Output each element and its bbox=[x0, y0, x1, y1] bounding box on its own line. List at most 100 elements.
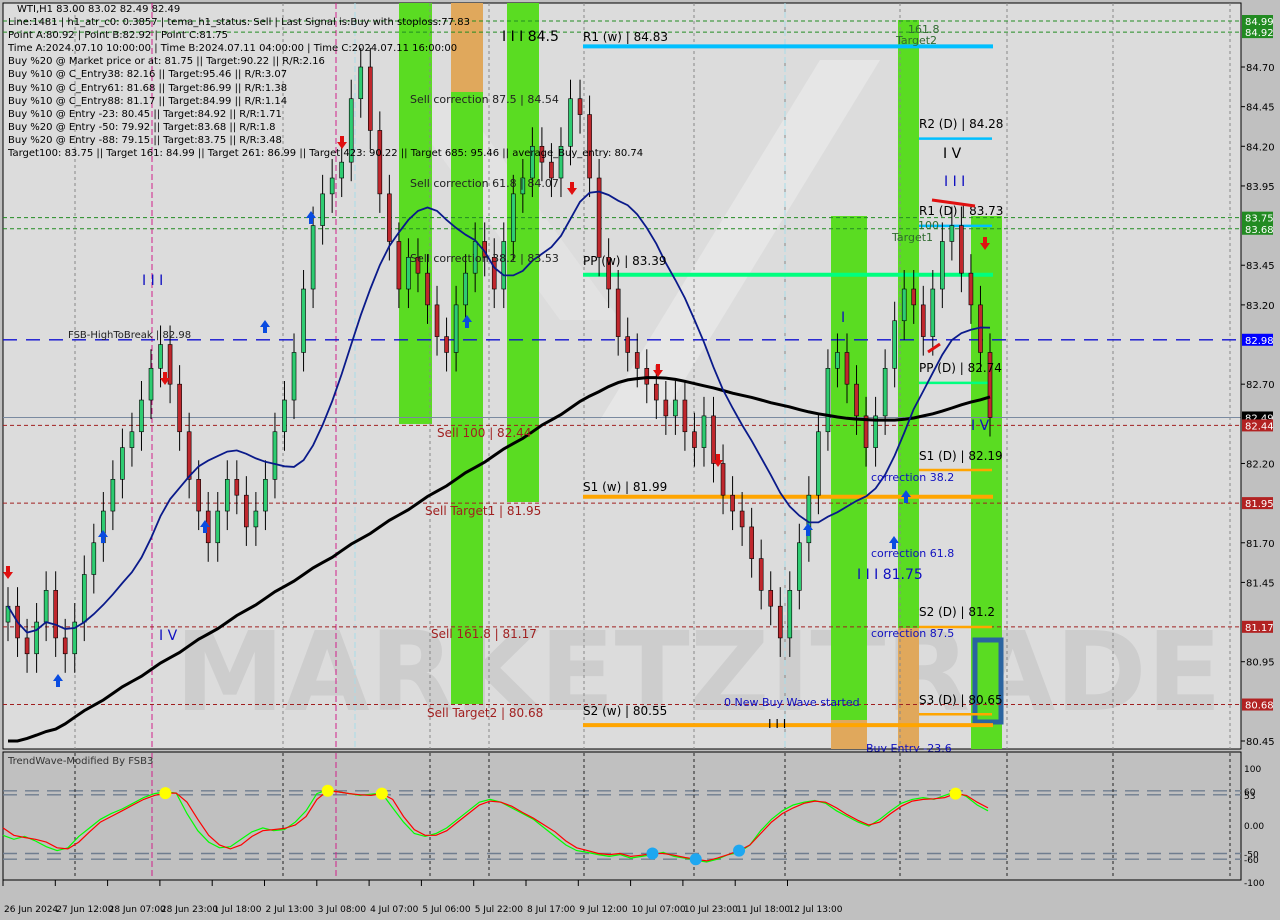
candle bbox=[587, 114, 592, 179]
x-tick-label: 9 Jul 12:00 bbox=[579, 905, 628, 915]
info-line: Target100: 83.75 || Target 161: 84.99 ||… bbox=[8, 148, 644, 159]
chart-annotation: correction 38.2 bbox=[871, 471, 954, 484]
pivot-label: R1 (D) | 83.73 bbox=[919, 204, 1003, 218]
candle bbox=[692, 431, 697, 448]
candle bbox=[329, 177, 335, 195]
y-tick-label: 83.95 bbox=[1246, 182, 1275, 193]
x-tick-label: 10 Jul 23:00 bbox=[684, 905, 738, 915]
candle bbox=[720, 463, 726, 496]
indicator-y-tick-label: 53 bbox=[1244, 792, 1255, 802]
sell-level-label: Sell Target1 | 81.95 bbox=[425, 504, 541, 518]
signal-zone bbox=[898, 20, 919, 628]
info-line: Line:1481 | h1_atr_c0: 0.3857 | tema_h1_… bbox=[8, 17, 470, 28]
info-line: Buy %10 @ C_Entry38: 82.16 || Target:95.… bbox=[8, 69, 288, 81]
candle bbox=[53, 590, 58, 639]
chart-annotation: Target1 bbox=[891, 231, 933, 244]
price-tag-label: 83.68 bbox=[1245, 225, 1274, 236]
chart-annotation: Sell correction 38.2 | 83.53 bbox=[410, 252, 559, 265]
y-tick-label: 82.70 bbox=[1246, 380, 1275, 391]
candle bbox=[625, 336, 631, 353]
candle bbox=[758, 558, 764, 591]
indicator-y-tick-label: -100 bbox=[1244, 879, 1265, 889]
y-tick-label: 83.20 bbox=[1246, 301, 1275, 312]
candle bbox=[224, 479, 230, 512]
info-line: Point A:80.92 | Point B:82.92 | Point C:… bbox=[8, 30, 228, 42]
candle bbox=[310, 225, 316, 290]
chart-annotation: I V bbox=[971, 418, 990, 434]
x-tick-label: 1 Jul 18:00 bbox=[213, 905, 262, 915]
candle bbox=[148, 368, 154, 401]
chart-annotation: I I I 81.75 bbox=[857, 567, 923, 583]
candle bbox=[968, 272, 974, 306]
info-line: Buy %10 @ C_Entry61: 81.68 || Target:86.… bbox=[8, 82, 288, 94]
candle bbox=[43, 590, 49, 623]
x-tick-label: 11 Jul 18:00 bbox=[736, 905, 790, 915]
indicator-title: TrendWave-Modified By FSB3 bbox=[7, 756, 153, 767]
candle bbox=[272, 431, 278, 480]
candle bbox=[129, 431, 135, 448]
candle bbox=[920, 304, 926, 337]
x-tick-label: 26 Jun 2024 bbox=[4, 905, 58, 915]
sell-level-label: Sell 161.8 | 81.17 bbox=[431, 627, 537, 641]
y-tick-label: 82.20 bbox=[1246, 459, 1275, 470]
x-tick-label: 4 Jul 07:00 bbox=[370, 905, 419, 915]
chart-annotation: I I I bbox=[142, 273, 163, 289]
info-line: Buy %10 @ C_Entry88: 81.17 || Target:84.… bbox=[8, 95, 288, 107]
candle bbox=[940, 241, 945, 290]
candle bbox=[215, 510, 221, 544]
x-tick-label: 28 Jun 07:00 bbox=[109, 905, 166, 915]
sell-signal-dot bbox=[949, 787, 962, 800]
pivot-label: S2 (w) | 80.55 bbox=[583, 704, 667, 718]
info-line: Buy %20 @ Entry -88: 79.15 || Target:83.… bbox=[8, 134, 282, 146]
candle bbox=[24, 637, 30, 655]
info-line: Time A:2024.07.10 10:00:00 | Time B:2024… bbox=[8, 43, 458, 55]
candle bbox=[463, 272, 468, 306]
candle bbox=[615, 288, 621, 337]
candle bbox=[797, 542, 802, 591]
candle bbox=[91, 542, 97, 575]
candle bbox=[177, 383, 182, 433]
candle bbox=[673, 399, 678, 417]
candle bbox=[139, 399, 144, 433]
pivot-label: PP (w) | 83.39 bbox=[583, 254, 667, 268]
indicator-y-tick-label: 0.00 bbox=[1244, 822, 1264, 832]
chart-annotation: correction 61.8 bbox=[871, 547, 954, 560]
candle bbox=[81, 574, 87, 623]
y-tick-label: 84.45 bbox=[1246, 103, 1275, 114]
price-tag-label: 82.98 bbox=[1245, 336, 1274, 347]
info-line: Buy %20 @ Entry -50: 79.92 || Target:83.… bbox=[8, 121, 276, 133]
pivot-label: R1 (w) | 84.83 bbox=[583, 30, 668, 44]
chart-annotation: correction 87.5 bbox=[871, 627, 954, 640]
x-tick-label: 8 Jul 17:00 bbox=[527, 905, 576, 915]
candle bbox=[825, 368, 831, 433]
candle bbox=[701, 415, 707, 448]
signal-zone bbox=[831, 216, 867, 720]
candle bbox=[253, 510, 259, 528]
candle bbox=[892, 320, 897, 369]
candle bbox=[949, 225, 955, 242]
price-tag-label: 82.44 bbox=[1245, 421, 1274, 432]
sell-signal-dot bbox=[159, 787, 172, 800]
y-tick-label: 80.45 bbox=[1246, 737, 1275, 748]
buy-signal-dot bbox=[733, 844, 746, 857]
candle bbox=[158, 344, 163, 369]
y-tick-label: 83.45 bbox=[1246, 261, 1275, 272]
candle bbox=[263, 479, 268, 512]
chart-annotation: Sell correction 61.8 | 84.07 bbox=[410, 177, 559, 190]
sell-level-label: Sell 100 | 82.44 bbox=[437, 426, 531, 440]
candle bbox=[882, 368, 888, 417]
pivot-label: S1 (w) | 81.99 bbox=[583, 480, 667, 494]
x-tick-label: 5 Jul 22:00 bbox=[475, 905, 524, 915]
candle bbox=[282, 399, 287, 433]
price-tag-label: 81.95 bbox=[1245, 499, 1274, 510]
candle bbox=[549, 161, 554, 179]
candle bbox=[339, 161, 344, 179]
candle bbox=[34, 621, 39, 655]
candle bbox=[777, 605, 783, 639]
chart-annotation: I I I bbox=[944, 174, 965, 190]
candle bbox=[730, 494, 735, 512]
chart-annotation: I I I bbox=[768, 717, 786, 731]
sell-signal-dot bbox=[321, 784, 334, 797]
candle bbox=[120, 447, 125, 480]
candle bbox=[911, 288, 917, 306]
